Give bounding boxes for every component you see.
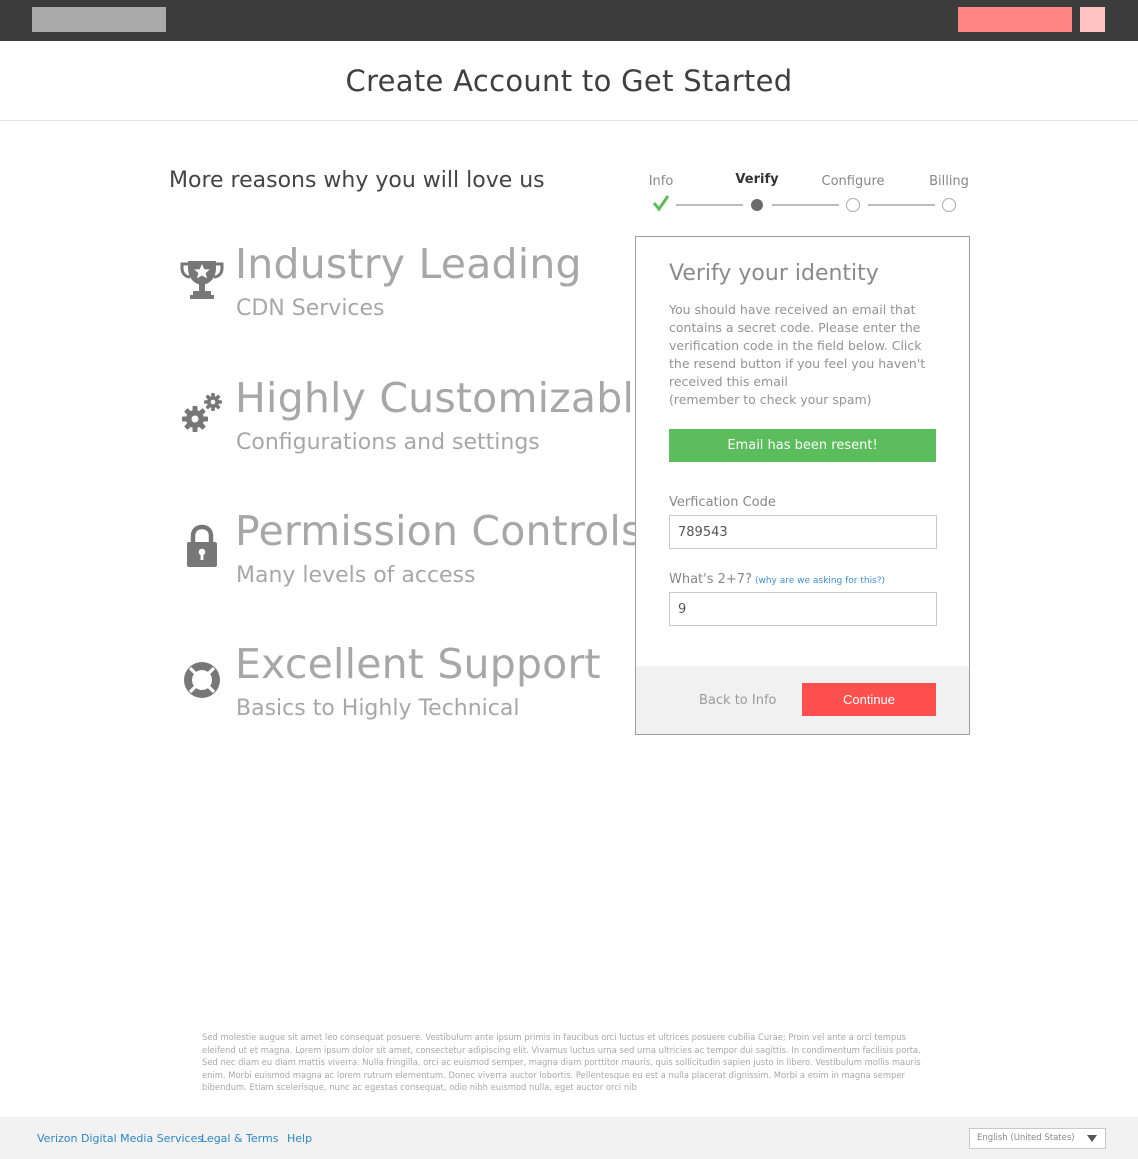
language-value: English (United States): [977, 1133, 1075, 1143]
verify-title: Verify your identity: [669, 261, 879, 286]
footer-link-vdms[interactable]: Verizon Digital Media Services: [37, 1132, 203, 1145]
step-dot-upcoming: [942, 198, 956, 212]
chevron-down-icon: [1087, 1135, 1097, 1142]
checkmark-icon: [652, 195, 670, 212]
resent-alert: Email has been resent!: [669, 429, 936, 462]
card-footer: Back to Info Continue: [636, 666, 969, 734]
lifebuoy-icon: [184, 662, 220, 698]
page-header: Create Account to Get Started: [0, 41, 1138, 121]
step-dot-current: [751, 199, 763, 211]
back-to-info-link[interactable]: Back to Info: [699, 693, 776, 708]
page-footer: Verizon Digital Media Services Legal & T…: [0, 1117, 1138, 1159]
footer-link-legal[interactable]: Legal & Terms: [201, 1132, 278, 1145]
top-action-button[interactable]: [958, 7, 1072, 32]
verify-description: You should have received an email that c…: [669, 302, 926, 407]
top-bar: [0, 0, 1138, 41]
feature-title: Industry Leading: [235, 240, 582, 288]
gears-icon: [182, 393, 222, 432]
step-label-verify: Verify: [735, 172, 779, 187]
feature-subtitle: CDN Services: [236, 296, 385, 321]
captcha-label: What's 2+7? (why are we asking for this?): [669, 572, 886, 587]
step-connector: [676, 204, 743, 206]
feature-subtitle: Configurations and settings: [236, 430, 540, 455]
feature-title: Highly Customizable: [235, 374, 660, 422]
step-label-configure: Configure: [821, 174, 885, 189]
reasons-title: More reasons why you will love us: [169, 168, 545, 193]
verification-code-input[interactable]: [669, 515, 937, 549]
code-label: Verfication Code: [669, 495, 776, 510]
feature-highly-customizable: Highly Customizable Configurations and s…: [178, 374, 659, 474]
captcha-input[interactable]: [669, 592, 937, 626]
lock-icon: [187, 524, 217, 567]
feature-title: Excellent Support: [235, 640, 601, 688]
feature-subtitle: Many levels of access: [236, 563, 476, 588]
feature-excellent-support: Excellent Support Basics to Highly Techn…: [178, 640, 618, 740]
step-connector: [868, 204, 935, 206]
continue-button[interactable]: Continue: [802, 683, 936, 716]
top-square-button[interactable]: [1080, 7, 1105, 32]
page-title: Create Account to Get Started: [345, 64, 793, 98]
feature-permission-controls: Permission Controls Many levels of acces…: [178, 507, 642, 607]
step-label-billing: Billing: [929, 174, 969, 189]
step-label-info[interactable]: Info: [649, 174, 674, 189]
feature-industry-leading: Industry Leading CDN Services: [178, 240, 618, 340]
language-select[interactable]: English (United States): [969, 1128, 1106, 1149]
step-dot-upcoming: [846, 198, 860, 212]
step-connector: [772, 204, 839, 206]
verify-card: Verify your identity You should have rec…: [635, 236, 970, 735]
feature-title: Permission Controls: [235, 507, 643, 555]
legal-text: Sed molestie augue sit amet leo consequa…: [202, 1032, 921, 1092]
why-asking-link[interactable]: (why are we asking for this?): [755, 576, 885, 586]
footer-link-help[interactable]: Help: [287, 1132, 312, 1145]
feature-subtitle: Basics to Highly Technical: [236, 696, 520, 721]
logo-placeholder[interactable]: [32, 7, 166, 32]
progress-stepper: Info Verify Configure Billing: [636, 170, 976, 220]
trophy-icon: [180, 261, 224, 299]
